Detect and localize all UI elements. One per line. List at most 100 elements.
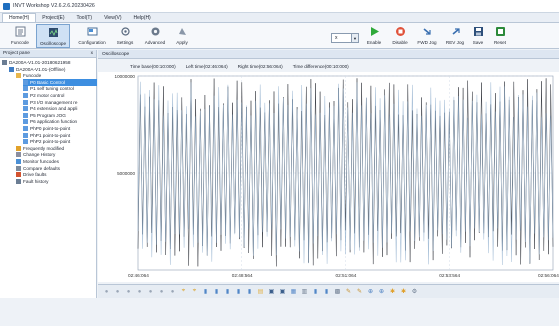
settings-button[interactable]: Settings [112,24,138,48]
page-icon [23,99,28,105]
close-icon[interactable]: x [91,51,93,56]
save-icon[interactable]: ▣ [267,287,276,296]
print-icon[interactable]: ▥ [300,287,309,296]
disable-label: Disable [392,40,408,45]
circle-icon[interactable]: ● [168,287,177,296]
oscilloscope-tool-strip: ● ● ● ● ● ● ● ⌖ ⌖ ▮ ▮ ▮ ▮ ▮ ▤ ▣ ▣ ▦ ▥ ▮ ▮ ▩ ✎ ✎ ⊕ ⊕ ✱ ✱ ⚙ [98,284,559,298]
fault-icon [16,172,21,178]
zoom-icon[interactable]: ⊕ [377,287,386,296]
history-icon [16,152,21,158]
circle-icon[interactable]: ● [124,287,133,296]
app-window: INVT Workshop V2.6.2.6.20230426 Home(H) … [0,0,559,326]
page-icon [23,106,28,112]
x-axis-labels: 02:46:064 02:48:564 02:51:064 02:53:564 02:5… [98,272,559,282]
tree-item[interactable]: Fault history [16,178,49,185]
cursor-icon[interactable]: ⌖ [190,287,199,296]
tree-item-label: Fault history [23,178,49,184]
oscilloscope-tab-bar: Oscilloscope [98,50,559,59]
apply-button[interactable]: Apply [171,24,193,48]
page-icon [23,79,28,85]
tree-item-label: P0 Basic Control [30,79,65,85]
y-tick-label: 5000000 [117,171,135,176]
menu-help[interactable]: Help(H) [128,13,157,22]
tab-oscilloscope[interactable]: Oscilloscope [102,52,129,57]
save-label: Save [472,40,484,45]
settings-icon[interactable]: ⚙ [410,287,419,296]
grid-icon[interactable]: ▩ [333,287,342,296]
x-tick-label: 02:56:064 [538,273,559,278]
configuration-button[interactable]: Configuration [74,24,110,48]
tree-item-label: DA200A-V1.01-20180621958 [9,60,71,65]
menu-bar: Home(H) Project(E) Tool(T) View(V) Help(… [0,13,559,23]
reset-label: Reset [493,40,506,45]
pin-icon[interactable]: ✎ [344,287,353,296]
oscilloscope-chart[interactable]: 10000000 5000000 [98,72,559,282]
chart-icon[interactable]: ▮ [223,287,232,296]
play-icon [369,26,380,37]
chevron-down-icon[interactable]: ▼ [351,34,358,42]
apply-icon [177,26,188,37]
tree-item-label: Monitor funcodes [23,159,59,164]
chart-icon[interactable]: ▮ [322,287,331,296]
menu-home[interactable]: Home(H) [2,13,37,22]
device-select[interactable]: x ▼ [331,33,359,43]
menu-view[interactable]: View(V) [98,13,127,22]
rev-jog-button[interactable]: REV Jog [443,24,467,48]
folder-icon [16,73,21,79]
chart-icon[interactable]: ▮ [212,287,221,296]
menu-tool[interactable]: Tool(T) [71,13,99,22]
chart-icon[interactable]: ▮ [245,287,254,296]
page-icon [23,119,28,125]
x-tick-label: 02:53:564 [439,273,461,278]
disable-button[interactable]: Disable [389,24,411,48]
time-info-bar: Time base(00:10:000) Left time(02:46:064… [98,60,559,72]
funcode-icon [15,26,26,37]
circle-icon[interactable]: ● [113,287,122,296]
funcode-button[interactable]: Funcode [7,24,33,48]
circle-icon[interactable]: ● [102,287,111,296]
chart-icon[interactable]: ▮ [234,287,243,296]
circle-icon[interactable]: ● [146,287,155,296]
fwd-jog-label: FWD Jog [417,40,437,45]
folder-icon[interactable]: ▤ [256,287,265,296]
settings-label: Settings [116,40,134,45]
menu-project[interactable]: Project(E) [36,13,70,22]
fwd-jog-icon [422,26,433,37]
x-tick-label: 02:51:064 [335,273,357,278]
advanced-button[interactable]: Advanced [141,24,169,48]
star-icon[interactable]: ✱ [399,287,408,296]
pin-icon[interactable]: ✎ [355,287,364,296]
oscilloscope-button[interactable]: Oscilloscope [36,24,70,48]
circle-icon[interactable]: ● [135,287,144,296]
project-pane-header: Project pane x [0,50,96,58]
star-icon[interactable]: ✱ [388,287,397,296]
app-icon [3,2,10,10]
oscilloscope-plot-area[interactable]: 10000000 5000000 [98,72,559,282]
circle-icon[interactable]: ● [157,287,166,296]
project-pane-title: Project pane [3,51,30,56]
tree-item-label: P5 Program JOG [30,112,66,118]
image-icon[interactable]: ▦ [289,287,298,296]
device-icon [9,66,14,72]
enable-button[interactable]: Enable [364,24,384,48]
reset-button[interactable]: Reset [490,24,510,48]
tree-item-label: Funcode [23,73,42,79]
enable-label: Enable [366,40,382,45]
page-icon [23,86,28,92]
tree-item-label: P6 application function [30,119,78,125]
stop-icon [395,26,406,37]
tree-item-label: Drive faults [23,172,47,178]
save-button[interactable]: Save [469,24,487,48]
fwd-jog-button[interactable]: FWD Jog [415,24,439,48]
apply-label: Apply [176,40,188,45]
y-tick-label: 10000000 [115,74,136,79]
chart-icon[interactable]: ▮ [201,287,210,296]
chart-icon[interactable]: ▮ [311,287,320,296]
save-icon[interactable]: ▣ [278,287,287,296]
funcode-label: Funcode [11,40,29,45]
configuration-icon [87,26,98,37]
cursor-icon[interactable]: ⌖ [179,287,188,296]
zoom-icon[interactable]: ⊕ [366,287,375,296]
device-select-value: x [335,35,338,41]
monitor-icon [16,159,21,164]
